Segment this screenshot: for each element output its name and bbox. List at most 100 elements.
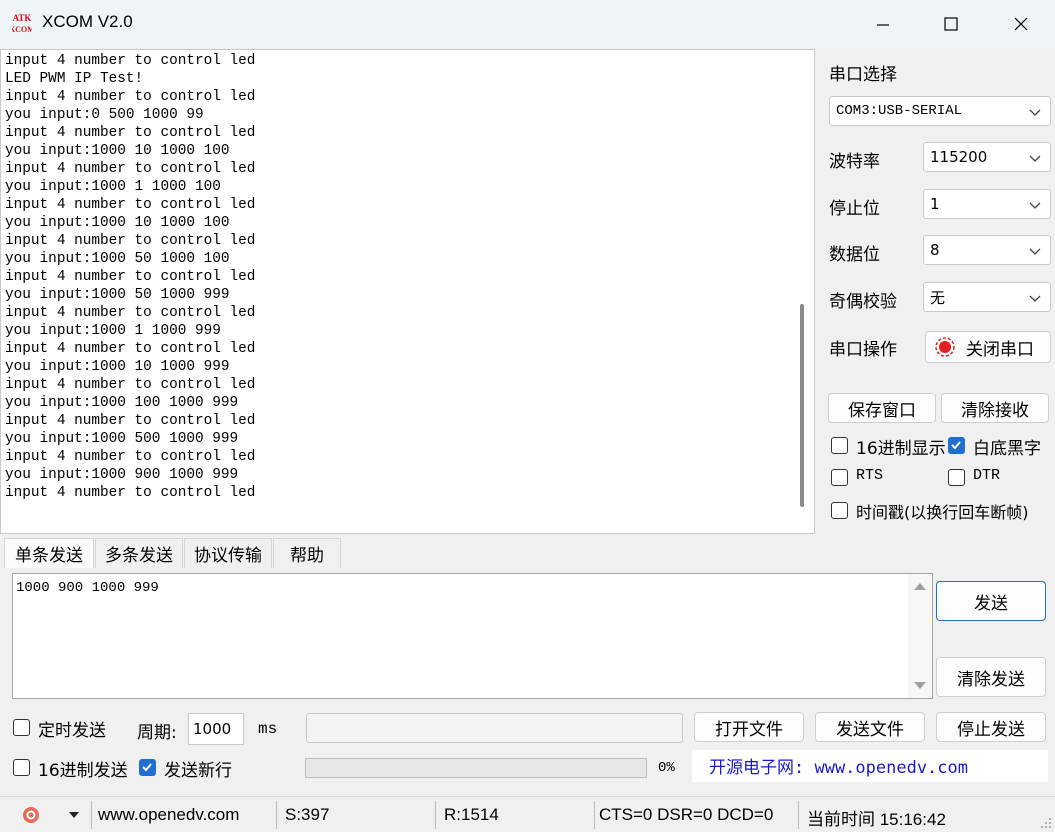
data-bits-value: 8 <box>930 241 940 259</box>
receive-line: input 4 number to control led <box>5 269 256 285</box>
save-window-button[interactable]: 保存窗口 <box>828 393 936 423</box>
minimize-button[interactable] <box>852 6 914 42</box>
receive-line: you input:1000 1 1000 100 <box>5 179 221 195</box>
hex-display-checkbox[interactable] <box>831 437 848 454</box>
dropdown-arrow-icon[interactable] <box>68 811 80 819</box>
status-sent-count: S:397 <box>285 805 330 824</box>
chevron-down-icon <box>1029 295 1041 302</box>
receive-line: input 4 number to control led <box>5 449 256 465</box>
data-bits-select[interactable]: 8 <box>923 235 1051 265</box>
receive-line: input 4 number to control led <box>5 125 256 141</box>
scroll-down-icon[interactable] <box>914 682 926 689</box>
stop-send-button[interactable]: 停止发送 <box>936 712 1046 742</box>
hex-display-label: 16进制显示 <box>856 439 946 459</box>
checkmark-icon <box>142 763 152 772</box>
title-bar: ATK XCOM XCOM V2.0 <box>0 0 1055 48</box>
timed-send-checkbox[interactable] <box>13 719 30 736</box>
receive-line: you input:1000 500 1000 999 <box>5 431 239 447</box>
status-line-state: CTS=0 DSR=0 DCD=0 <box>599 805 774 824</box>
receive-line: LED PWM IP Test! <box>5 71 144 87</box>
receive-line: input 4 number to control led <box>5 89 256 105</box>
send-newline-checkbox[interactable] <box>139 759 156 776</box>
clear-receive-button[interactable]: 清除接收 <box>941 393 1049 423</box>
clear-send-button[interactable]: 清除发送 <box>936 657 1046 697</box>
receive-line: you input:1000 50 1000 999 <box>5 287 230 303</box>
baud-select[interactable]: 115200 <box>923 142 1051 172</box>
hex-send-checkbox[interactable] <box>13 759 30 776</box>
status-divider <box>798 801 799 829</box>
period-unit-label: ms <box>258 720 278 738</box>
receive-line: input 4 number to control led <box>5 197 256 213</box>
receive-line: you input:0 500 1000 99 <box>5 107 204 123</box>
stop-bits-select[interactable]: 1 <box>923 189 1051 219</box>
receive-line: input 4 number to control led <box>5 341 256 357</box>
chevron-down-icon <box>1029 109 1041 116</box>
tab-help[interactable]: 帮助 <box>273 538 341 568</box>
receive-line: input 4 number to control led <box>5 233 256 249</box>
receive-line: you input:1000 10 1000 100 <box>5 143 230 159</box>
baud-select-value: 115200 <box>930 148 988 166</box>
chevron-down-icon <box>1029 155 1041 162</box>
receive-line: input 4 number to control led <box>5 485 256 501</box>
port-select-value: COM3:USB-SERIAL <box>836 103 963 119</box>
record-icon[interactable] <box>21 805 41 825</box>
receive-line: input 4 number to control led <box>5 53 256 69</box>
port-select[interactable]: COM3:USB-SERIAL <box>829 96 1051 126</box>
send-scrollbar[interactable] <box>908 574 932 698</box>
status-website[interactable]: www.openedv.com <box>98 805 239 825</box>
tab-multi-send[interactable]: 多条发送 <box>95 538 183 568</box>
close-port-button[interactable]: 关闭串口 <box>925 331 1051 363</box>
timestamp-checkbox[interactable] <box>831 502 848 519</box>
status-bar: www.openedv.com S:397 R:1514 CTS=0 DSR=0… <box>0 796 1055 832</box>
close-button[interactable] <box>990 6 1052 42</box>
receive-line: input 4 number to control led <box>5 161 256 177</box>
resize-grip-icon[interactable] <box>1040 817 1052 829</box>
dtr-checkbox[interactable] <box>948 469 965 486</box>
send-button[interactable]: 发送 <box>936 581 1046 621</box>
status-divider <box>91 801 92 829</box>
checkmark-icon <box>951 441 961 450</box>
receive-scrollbar[interactable] <box>800 304 804 507</box>
tab-protocol[interactable]: 协议传输 <box>184 538 272 568</box>
progress-percent: 0% <box>658 760 675 776</box>
receive-textarea[interactable]: input 4 number to control led LED PWM IP … <box>0 49 815 534</box>
tab-single-send[interactable]: 单条发送 <box>4 538 94 568</box>
status-divider <box>276 801 277 829</box>
status-divider <box>594 801 595 829</box>
minimize-icon <box>877 24 889 26</box>
period-input[interactable]: 1000 <box>188 713 244 745</box>
rts-checkbox[interactable] <box>831 469 848 486</box>
receive-line: you input:1000 10 1000 999 <box>5 359 230 375</box>
status-received-count: R:1514 <box>444 805 499 824</box>
open-file-button[interactable]: 打开文件 <box>694 712 804 742</box>
data-bits-label: 数据位 <box>829 245 880 265</box>
stop-bits-value: 1 <box>930 195 940 213</box>
send-text: 1000 900 1000 999 <box>16 580 159 596</box>
parity-value: 无 <box>930 288 946 307</box>
white-black-checkbox[interactable] <box>948 437 965 454</box>
scroll-up-icon[interactable] <box>914 583 926 590</box>
app-logo-icon: ATK XCOM <box>9 12 35 36</box>
stop-bits-label: 停止位 <box>829 199 880 219</box>
receive-line: you input:1000 900 1000 999 <box>5 467 239 483</box>
receive-lines: input 4 number to control led LED PWM IP … <box>5 52 255 502</box>
white-black-label: 白底黑字 <box>973 439 1041 459</box>
receive-line: you input:1000 10 1000 100 <box>5 215 230 231</box>
receive-line: you input:1000 1 1000 999 <box>5 323 221 339</box>
receive-line: input 4 number to control led <box>5 377 256 393</box>
timed-send-label: 定时发送 <box>38 721 106 741</box>
status-time: 当前时间 15:16:42 <box>807 810 946 829</box>
file-path-field[interactable] <box>306 713 683 743</box>
close-icon <box>1014 17 1028 31</box>
send-textarea[interactable]: 1000 900 1000 999 <box>12 573 933 699</box>
parity-select[interactable]: 无 <box>923 282 1051 312</box>
period-label: 周期: <box>137 723 177 743</box>
close-port-label: 关闭串口 <box>966 339 1034 360</box>
send-file-button[interactable]: 发送文件 <box>815 712 925 742</box>
status-divider <box>435 801 436 829</box>
maximize-button[interactable] <box>920 6 982 42</box>
hex-send-label: 16进制发送 <box>38 761 128 781</box>
website-banner[interactable]: 开源电子网: www.openedv.com <box>692 750 1048 782</box>
chevron-down-icon <box>1029 248 1041 255</box>
send-progress-bar <box>305 758 647 778</box>
